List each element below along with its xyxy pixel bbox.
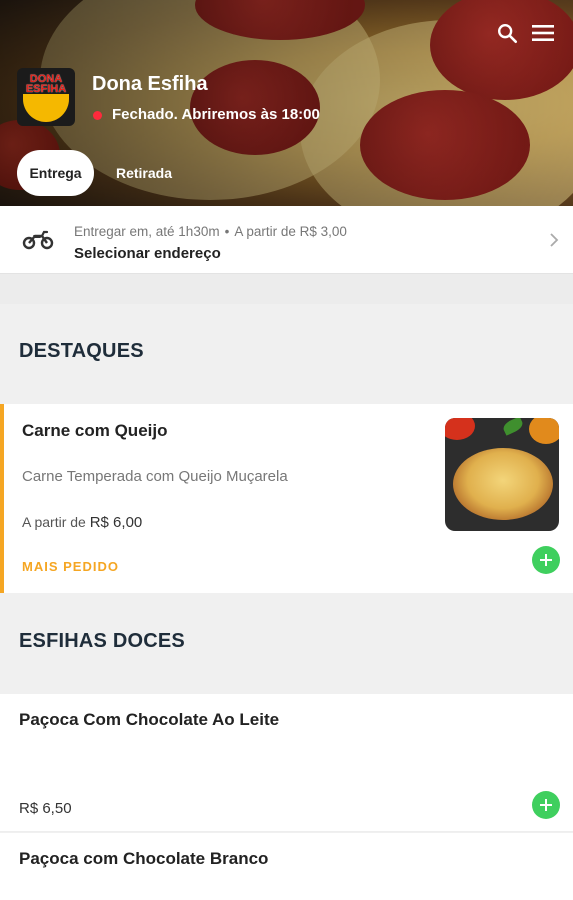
- product-name: Paçoca Com Chocolate Ao Leite: [19, 710, 280, 729]
- plus-icon: [540, 554, 552, 566]
- price-value: R$ 6,00: [89, 514, 143, 531]
- logo-text: DONA ESFIHA: [25, 73, 67, 95]
- store-header: DONA ESFIHA Dona Esfiha Fechado. Abrirem…: [0, 0, 573, 206]
- product-price: R$ 6,50: [19, 800, 72, 817]
- app-screen: DONA ESFIHA Dona Esfiha Fechado. Abrirem…: [0, 0, 573, 900]
- section-title-destaques: DESTAQUES: [19, 340, 144, 362]
- image-tomato: [445, 418, 475, 440]
- search-icon: [498, 24, 517, 43]
- image-pizza: [453, 448, 553, 520]
- plus-icon: [540, 799, 552, 811]
- search-button[interactable]: [494, 20, 520, 46]
- store-status: Fechado. Abriremos às 18:00: [112, 106, 320, 123]
- delivery-min-fee: A partir de R$ 3,00: [234, 224, 347, 239]
- section-title-esfihas-doces: ESFIHAS DOCES: [19, 630, 185, 652]
- image-tomato: [529, 418, 559, 444]
- add-to-cart-button[interactable]: [532, 791, 560, 819]
- store-logo: DONA ESFIHA: [17, 68, 75, 126]
- delivery-info: Entregar em, até 1h30m • A partir de R$ 3,…: [74, 224, 347, 239]
- motorcycle-icon: [22, 230, 54, 250]
- product-price: A partir de R$ 6,00: [22, 514, 142, 531]
- product-name: Paçoca com Chocolate Branco: [19, 849, 269, 868]
- price-prefix: A partir de: [22, 514, 86, 530]
- product-card-pacoca-chocolate-branco[interactable]: Paçoca com Chocolate Branco: [0, 833, 573, 900]
- product-description: Carne Temperada com Queijo Muçarela: [22, 468, 288, 485]
- menu-button[interactable]: [530, 20, 556, 46]
- delivery-separator: •: [224, 224, 230, 239]
- product-card-carne-com-queijo[interactable]: Carne com Queijo Carne Temperada com Que…: [0, 404, 573, 593]
- delivery-eta: Entregar em, até 1h30m: [74, 224, 220, 239]
- tab-entrega[interactable]: Entrega: [17, 150, 94, 196]
- product-card-pacoca-chocolate-ao-leite[interactable]: Paçoca Com Chocolate Ao Leite R$ 6,50: [0, 694, 573, 832]
- delivery-address-bar[interactable]: Entregar em, até 1h30m • A partir de R$ 3,…: [0, 206, 573, 274]
- menu-icon: [532, 25, 554, 41]
- logo-bowl: [23, 94, 69, 122]
- status-dot: [93, 111, 102, 120]
- image-leaf: [501, 418, 525, 436]
- highlight-accent-bar: [0, 404, 4, 593]
- most-ordered-badge: MAIS PEDIDO: [22, 559, 119, 574]
- chevron-right-icon: [550, 233, 559, 247]
- tab-retirada[interactable]: Retirada: [104, 150, 184, 196]
- product-image: [445, 418, 559, 531]
- section-divider: [0, 274, 573, 304]
- select-address-label: Selecionar endereço: [74, 245, 221, 262]
- product-name: Carne com Queijo: [22, 421, 168, 440]
- add-to-cart-button[interactable]: [532, 546, 560, 574]
- store-name: Dona Esfiha: [92, 73, 208, 95]
